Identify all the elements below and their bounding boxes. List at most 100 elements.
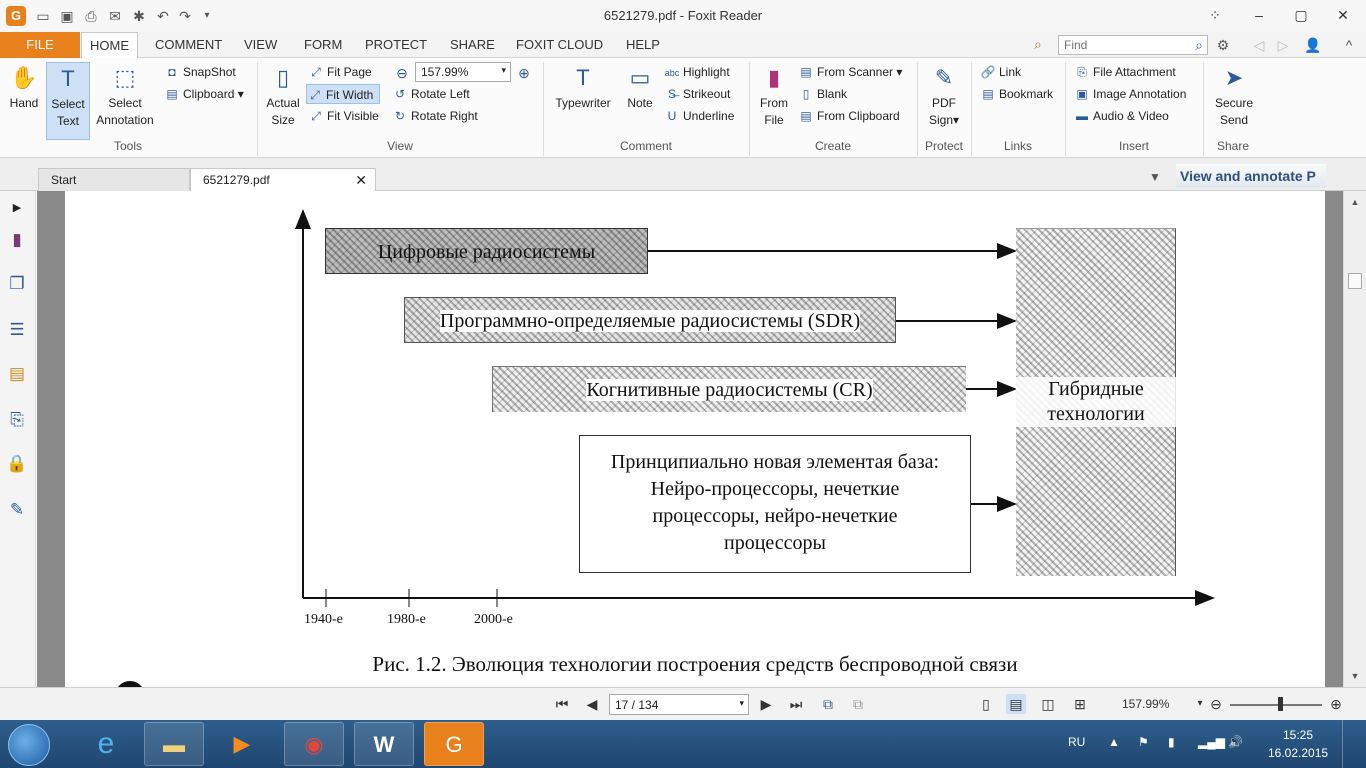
last-page-icon[interactable]: ⏭	[786, 694, 806, 714]
tab-document[interactable]: 6521279.pdf ✕	[190, 168, 376, 192]
show-desktop-button[interactable]	[1342, 720, 1366, 768]
tab-comment[interactable]: COMMENT	[147, 32, 230, 58]
previous-view-icon[interactable]: ⧉	[818, 694, 838, 714]
fit-visible-button[interactable]: ⤢ Fit Visible	[308, 106, 379, 126]
hand-button[interactable]: ✋ Hand	[4, 62, 44, 138]
tab-file[interactable]: FILE	[0, 32, 80, 58]
action-center-icon[interactable]: ⚑	[1138, 735, 1149, 749]
zoom-in-icon[interactable]: ⊕	[515, 64, 533, 82]
actual-size-button[interactable]: ▯ Actual Size	[262, 62, 304, 138]
image-annotation-button[interactable]: ▣ Image Annotation	[1074, 84, 1186, 104]
show-hidden-icons-icon[interactable]: ▲	[1108, 735, 1120, 749]
file-attachment-button[interactable]: ⎘ File Attachment	[1074, 62, 1176, 82]
audio-video-button[interactable]: ▬ Audio & Video	[1074, 106, 1169, 126]
comments-icon[interactable]: ▤	[6, 363, 28, 385]
ribbon-toggle-icon[interactable]: ⁘	[1202, 4, 1228, 26]
battery-icon[interactable]: ▮	[1168, 735, 1175, 749]
search-icon[interactable]: ⌕	[1190, 36, 1208, 54]
media-player-icon[interactable]: ▶	[212, 722, 272, 766]
find-folder-icon[interactable]: ⌕	[1034, 36, 1042, 53]
find-input[interactable]	[1058, 35, 1208, 55]
next-icon[interactable]: ▷	[1274, 36, 1292, 54]
zoom-slider-thumb[interactable]	[1278, 697, 1283, 711]
promo-banner[interactable]: View and annotate P	[1176, 164, 1326, 188]
chrome-icon[interactable]: ◉	[284, 722, 344, 766]
tab-list-icon[interactable]: ▼	[1146, 168, 1164, 186]
continuous-facing-icon[interactable]: ⊞	[1070, 694, 1090, 714]
select-annotation-button[interactable]: ⬚ Select Annotation	[92, 62, 158, 138]
expand-panel-icon[interactable]: ▶	[6, 197, 28, 219]
maximize-button[interactable]: ▢	[1288, 4, 1314, 26]
clipboard-button[interactable]: ▤ Clipboard ▾	[164, 84, 243, 104]
rotate-left-button[interactable]: ↺ Rotate Left	[392, 84, 470, 104]
blank-button[interactable]: ▯ Blank	[798, 84, 847, 104]
strikeout-button[interactable]: S̶ Strikeout	[664, 84, 730, 104]
snapshot-button[interactable]: ◘ SnapShot	[164, 62, 235, 82]
close-icon[interactable]: ✕	[355, 169, 367, 191]
scroll-up-icon[interactable]: ▲	[1346, 193, 1364, 211]
network-icon[interactable]: ▂▄▆	[1198, 735, 1225, 749]
note-button[interactable]: ▭ Note	[620, 62, 660, 138]
tab-view[interactable]: VIEW	[236, 32, 285, 58]
select-text-button[interactable]: T Select Text	[46, 62, 90, 140]
signature-icon[interactable]: ✎	[6, 499, 28, 521]
page-number-input[interactable]: 17 / 134 ▾	[609, 694, 749, 715]
scroll-down-icon[interactable]: ▼	[1346, 667, 1364, 685]
lock-icon[interactable]: 🔒	[6, 453, 28, 475]
continuous-page-icon[interactable]: ▤	[1006, 694, 1026, 714]
windows-explorer-icon[interactable]: ▬	[144, 722, 204, 766]
tab-help[interactable]: HELP	[618, 32, 668, 58]
tab-protect[interactable]: PROTECT	[357, 32, 435, 58]
tab-home[interactable]: HOME	[81, 32, 138, 59]
expand-ribbon-icon[interactable]: ^	[1340, 36, 1358, 54]
bookmarks-icon[interactable]: ▮	[6, 229, 28, 251]
minimize-button[interactable]: –	[1246, 4, 1272, 26]
document-viewer[interactable]: Цифровые радиосистемы Программно-определ…	[37, 191, 1343, 687]
vertical-scrollbar[interactable]: ▲ ▼	[1343, 191, 1366, 687]
from-file-button[interactable]: ▮ From File	[754, 62, 794, 138]
from-scanner-button[interactable]: ▤ From Scanner ▾	[798, 62, 902, 82]
tab-share[interactable]: SHARE	[442, 32, 503, 58]
volume-icon[interactable]: 🔊	[1228, 735, 1243, 749]
zoom-slider[interactable]	[1230, 704, 1322, 706]
pages-icon[interactable]: ❐	[6, 273, 28, 295]
system-clock[interactable]: 15:25 16.02.2015	[1268, 726, 1328, 762]
next-view-icon[interactable]: ⧉	[848, 694, 868, 714]
gear-icon[interactable]: ⚙	[1214, 36, 1232, 54]
layers-icon[interactable]: ☰	[6, 319, 28, 341]
zoom-in-icon[interactable]: ⊕	[1326, 694, 1346, 714]
internet-explorer-icon[interactable]: e	[76, 722, 136, 766]
next-page-icon[interactable]: ▶	[756, 694, 776, 714]
tab-foxit-cloud[interactable]: FOXIT CLOUD	[508, 32, 611, 58]
fit-width-button[interactable]: ⤢ Fit Width	[306, 84, 381, 104]
user-icon[interactable]: 👤	[1304, 36, 1322, 54]
single-page-icon[interactable]: ▯	[976, 694, 996, 714]
secure-send-button[interactable]: ➤ Secure Send	[1208, 62, 1260, 138]
start-button[interactable]	[8, 724, 50, 766]
pdf-sign-button[interactable]: ✎ PDF Sign▾	[922, 62, 966, 138]
zoom-select[interactable]: 157.99% ▾	[415, 62, 511, 82]
status-zoom-value[interactable]: 157.99%	[1122, 697, 1169, 711]
language-indicator[interactable]: RU	[1068, 735, 1085, 749]
attachments-icon[interactable]: ⎘	[6, 409, 28, 431]
foxit-pdf-icon[interactable]: G	[424, 722, 484, 766]
fit-page-button[interactable]: ⤢ Fit Page	[308, 62, 372, 82]
rotate-right-button[interactable]: ↻ Rotate Right	[392, 106, 478, 126]
bookmark-button[interactable]: ▤ Bookmark	[980, 84, 1053, 104]
underline-button[interactable]: U Underline	[664, 106, 735, 126]
tab-form[interactable]: FORM	[296, 32, 350, 58]
previous-icon[interactable]: ◁	[1250, 36, 1268, 54]
zoom-out-icon[interactable]: ⊖	[393, 64, 411, 82]
close-button[interactable]: ✕	[1330, 4, 1356, 26]
link-button[interactable]: 🔗 Link	[980, 62, 1022, 82]
facing-page-icon[interactable]: ◫	[1038, 694, 1058, 714]
tab-start[interactable]: Start	[38, 168, 190, 192]
word-icon[interactable]: W	[354, 722, 414, 766]
typewriter-button[interactable]: T Typewriter	[548, 62, 618, 138]
zoom-out-icon[interactable]: ⊖	[1206, 694, 1226, 714]
highlight-button[interactable]: abc Highlight	[664, 62, 730, 82]
first-page-icon[interactable]: ⏮	[552, 694, 572, 714]
scroll-thumb[interactable]	[1348, 273, 1362, 289]
from-clipboard-button[interactable]: ▤ From Clipboard	[798, 106, 899, 126]
previous-page-icon[interactable]: ◀	[582, 694, 602, 714]
